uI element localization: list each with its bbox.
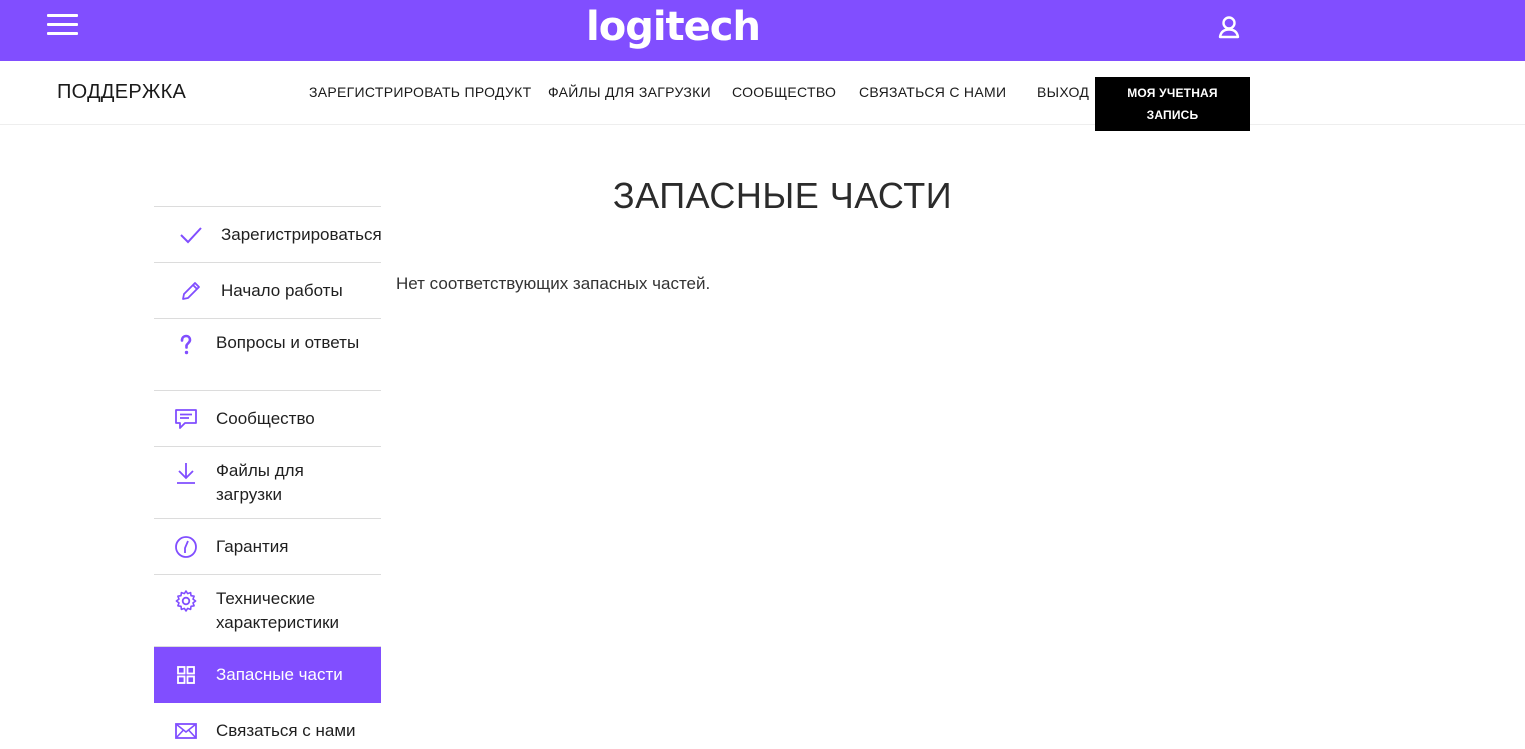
support-nav: ПОДДЕРЖКА ЗАРЕГИСТРИРОВАТЬ ПРОДУКТ ФАЙЛЫ… xyxy=(0,61,1525,131)
sidebar-item-register[interactable]: Зарегистрироваться xyxy=(154,207,382,263)
sidebar-item-contact[interactable]: Связаться с нами xyxy=(154,703,381,749)
nav-contact-us[interactable]: СВЯЗАТЬСЯ С НАМИ xyxy=(859,84,1006,100)
sidebar-item-label: Связаться с нами xyxy=(216,721,356,740)
pencil-icon xyxy=(182,282,200,300)
page-title: ЗАПАСНЫЕ ЧАСТИ xyxy=(612,175,953,216)
chat-icon xyxy=(175,409,197,429)
download-icon xyxy=(177,463,195,484)
sidebar-item-community[interactable]: Сообщество xyxy=(154,391,381,447)
question-icon xyxy=(180,334,192,355)
envelope-icon xyxy=(175,723,197,739)
nav-register-product[interactable]: ЗАРЕГИСТРИРОВАТЬ ПРОДУКТ xyxy=(309,84,532,100)
nav-logout[interactable]: ВЫХОД xyxy=(1037,84,1089,100)
sidebar-item-label: Запасные части xyxy=(216,665,343,684)
sidebar-item-label: Технические характеристики xyxy=(216,589,340,632)
sidebar-item-faq[interactable]: Вопросы и ответы xyxy=(154,319,381,391)
sidebar-item-warranty[interactable]: Гарантия xyxy=(154,519,381,575)
sidebar-item-label: Начало работы xyxy=(221,281,343,300)
support-brand[interactable]: ПОДДЕРЖКА xyxy=(57,81,186,104)
nav-downloads[interactable]: ФАЙЛЫ ДЛЯ ЗАГРУЗКИ xyxy=(548,84,711,100)
sidebar-item-spare-parts[interactable]: Запасные части xyxy=(154,647,381,703)
support-sidebar: Зарегистрироваться Начало работы Вопросы… xyxy=(154,206,382,749)
user-account-icon[interactable] xyxy=(1217,15,1241,39)
sidebar-item-label: Вопросы и ответы xyxy=(216,333,360,352)
gear-icon xyxy=(175,590,197,612)
sidebar-item-specs[interactable]: Технические характеристики xyxy=(154,575,381,647)
nav-community[interactable]: СООБЩЕСТВО xyxy=(732,84,836,100)
warranty-clock-icon xyxy=(175,536,197,558)
account-label-line1: МОЯ УЧЕТНАЯ xyxy=(1127,86,1218,100)
sidebar-item-label: Зарегистрироваться xyxy=(221,225,382,244)
sidebar-item-label: Файлы для загрузки xyxy=(216,461,304,504)
sidebar-item-label: Гарантия xyxy=(216,537,289,556)
my-account-button[interactable]: МОЯ УЧЕТНАЯ ЗАПИСЬ xyxy=(1095,77,1250,131)
sidebar-item-getting-started[interactable]: Начало работы xyxy=(154,263,381,319)
empty-results-message: Нет соответствующих запасных частей. xyxy=(396,274,711,293)
logitech-logo[interactable]: logitech xyxy=(586,4,761,50)
grid-icon xyxy=(177,666,195,684)
sidebar-item-downloads[interactable]: Файлы для загрузки xyxy=(154,447,381,519)
top-header: logitech xyxy=(0,0,1525,61)
menu-hamburger-icon[interactable] xyxy=(47,14,78,36)
sidebar-item-label: Сообщество xyxy=(216,409,315,428)
checkmark-icon xyxy=(180,227,202,244)
account-label-line2: ЗАПИСЬ xyxy=(1146,108,1199,122)
